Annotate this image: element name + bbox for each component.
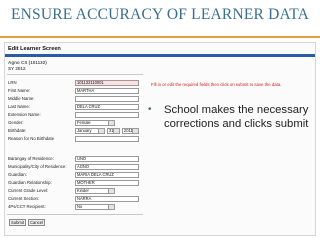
first-name-field[interactable]: MARTHA (75, 88, 139, 94)
header-separator (7, 74, 143, 75)
grade-level-label: Current Grade Level: (8, 188, 49, 193)
guardian-relationship-label: Guardian Relationship: (8, 180, 52, 185)
reason-no-birthdate-field[interactable] (75, 136, 139, 142)
gender-label: Gender: (8, 120, 24, 125)
section-field[interactable]: NARRA (75, 196, 139, 202)
first-name-label: First Name: (8, 88, 31, 93)
section-label: Current Section: (8, 196, 40, 201)
bullet-icon: • (148, 104, 152, 115)
extension-name-label: Extension Name: (8, 112, 41, 117)
school-year: SY 2012 (8, 66, 26, 71)
bullet-text: School makes the necessary corrections a… (164, 104, 309, 130)
submit-button[interactable]: Submit (9, 219, 26, 226)
guardian-relationship-field[interactable]: MOTHER (75, 180, 139, 186)
cancel-button[interactable]: Cancel (28, 219, 45, 226)
edit-learner-screenshot: Edit Learner Screen Agno CS (101132) SY … (4, 42, 316, 236)
lrn-label: LRN (8, 80, 17, 85)
4ps-recipient-label: 4Ps/CCT Recipient: (8, 204, 46, 209)
middle-name-label: Middle Name: (8, 96, 35, 101)
header-band (5, 54, 315, 57)
reason-no-birthdate-label: Reason for No Birthdate (8, 136, 55, 141)
last-name-field[interactable]: DELA CRUZ (75, 104, 139, 110)
last-name-label: Last Name: (8, 104, 30, 109)
lrn-field[interactable]: 101132110001 (75, 80, 139, 86)
gender-select[interactable]: Female (75, 120, 115, 126)
barangay-label: Barangay of Residence: (8, 156, 54, 161)
bullet-point: • School makes the necessary corrections… (148, 103, 312, 131)
birth-day-select[interactable]: 31 (107, 128, 120, 134)
form-footer-separator (7, 214, 143, 215)
birthdate-label: Birthdate: (8, 128, 27, 133)
instruction-text: Fill in or edit the required fields then… (151, 82, 282, 87)
title-divider (0, 36, 320, 38)
school-name: Agno CS (101132) (8, 60, 47, 65)
extension-name-field[interactable] (75, 112, 139, 118)
municipality-label: Municipality/City of Residence: (8, 164, 67, 169)
birth-year-select[interactable]: 2011 (122, 128, 139, 134)
screen-title: Edit Learner Screen (8, 46, 61, 52)
slide-title: ENSURE ACCURACY OF LEARNER DATA (10, 6, 310, 23)
grade-level-select[interactable]: Kinder (75, 188, 115, 194)
barangay-field[interactable]: UNO (75, 156, 139, 162)
middle-name-field[interactable] (75, 96, 139, 102)
guardian-label: Guardian: (8, 172, 27, 177)
birth-month-select[interactable]: January (75, 128, 105, 134)
municipality-field[interactable]: AGNO (75, 164, 139, 170)
4ps-recipient-select[interactable]: No (75, 204, 115, 210)
guardian-field[interactable]: MARIA DELA CRUZ (75, 172, 139, 178)
